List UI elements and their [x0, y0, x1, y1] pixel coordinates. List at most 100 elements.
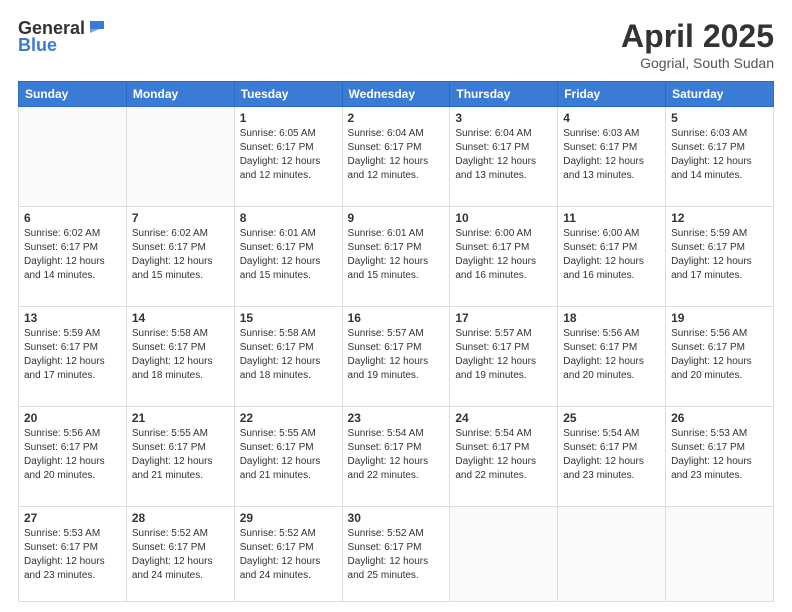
- day-number: 28: [132, 511, 229, 525]
- day-info: Sunrise: 6:02 AM Sunset: 6:17 PM Dayligh…: [24, 227, 121, 283]
- table-row: 15 Sunrise: 5:58 AM Sunset: 6:17 PM Dayli…: [234, 306, 342, 406]
- table-row: 24 Sunrise: 5:54 AM Sunset: 6:17 PM Dayli…: [450, 406, 558, 506]
- day-info: Sunrise: 6:01 AM Sunset: 6:17 PM Dayligh…: [240, 227, 337, 283]
- day-number: 19: [671, 311, 768, 325]
- table-row: 28 Sunrise: 5:52 AM Sunset: 6:17 PM Dayli…: [126, 506, 234, 601]
- day-info: Sunrise: 5:59 AM Sunset: 6:17 PM Dayligh…: [671, 227, 768, 283]
- calendar-week-row: 1 Sunrise: 6:05 AM Sunset: 6:17 PM Daylig…: [19, 107, 774, 207]
- calendar-week-row: 13 Sunrise: 5:59 AM Sunset: 6:17 PM Dayli…: [19, 306, 774, 406]
- day-info: Sunrise: 5:54 AM Sunset: 6:17 PM Dayligh…: [348, 427, 445, 483]
- table-row: 13 Sunrise: 5:59 AM Sunset: 6:17 PM Dayli…: [19, 306, 127, 406]
- day-info: Sunrise: 5:56 AM Sunset: 6:17 PM Dayligh…: [563, 327, 660, 383]
- day-info: Sunrise: 5:52 AM Sunset: 6:17 PM Dayligh…: [240, 527, 337, 583]
- page-title: April 2025: [621, 18, 774, 55]
- day-info: Sunrise: 5:53 AM Sunset: 6:17 PM Dayligh…: [24, 527, 121, 583]
- day-number: 18: [563, 311, 660, 325]
- day-info: Sunrise: 5:54 AM Sunset: 6:17 PM Dayligh…: [455, 427, 552, 483]
- day-info: Sunrise: 6:00 AM Sunset: 6:17 PM Dayligh…: [563, 227, 660, 283]
- day-number: 9: [348, 211, 445, 225]
- day-info: Sunrise: 6:05 AM Sunset: 6:17 PM Dayligh…: [240, 127, 337, 183]
- day-number: 4: [563, 111, 660, 125]
- day-number: 3: [455, 111, 552, 125]
- calendar-week-row: 20Sunrise: 5:56 AM Sunset: 6:17 PM Dayli…: [19, 406, 774, 506]
- day-number: 7: [132, 211, 229, 225]
- table-row: 9 Sunrise: 6:01 AM Sunset: 6:17 PM Daylig…: [342, 206, 450, 306]
- logo-flag-icon: [86, 17, 108, 39]
- table-row: 10Sunrise: 6:00 AM Sunset: 6:17 PM Dayli…: [450, 206, 558, 306]
- table-row: 7 Sunrise: 6:02 AM Sunset: 6:17 PM Daylig…: [126, 206, 234, 306]
- header: General Blue April 2025 Gogrial, South S…: [18, 18, 774, 71]
- table-row: 21 Sunrise: 5:55 AM Sunset: 6:17 PM Dayli…: [126, 406, 234, 506]
- day-number: 25: [563, 411, 660, 425]
- table-row: 25 Sunrise: 5:54 AM Sunset: 6:17 PM Dayli…: [558, 406, 666, 506]
- table-row: 8 Sunrise: 6:01 AM Sunset: 6:17 PM Daylig…: [234, 206, 342, 306]
- day-info: Sunrise: 5:58 AM Sunset: 6:17 PM Dayligh…: [240, 327, 337, 383]
- day-number: 30: [348, 511, 445, 525]
- day-number: 8: [240, 211, 337, 225]
- day-info: Sunrise: 5:58 AM Sunset: 6:17 PM Dayligh…: [132, 327, 229, 383]
- table-row: [558, 506, 666, 601]
- table-row: 11 Sunrise: 6:00 AM Sunset: 6:17 PM Dayli…: [558, 206, 666, 306]
- table-row: 4 Sunrise: 6:03 AM Sunset: 6:17 PM Daylig…: [558, 107, 666, 207]
- title-block: April 2025 Gogrial, South Sudan: [621, 18, 774, 71]
- day-number: 20: [24, 411, 121, 425]
- page: General Blue April 2025 Gogrial, South S…: [0, 0, 792, 612]
- day-number: 5: [671, 111, 768, 125]
- day-info: Sunrise: 5:54 AM Sunset: 6:17 PM Dayligh…: [563, 427, 660, 483]
- day-info: Sunrise: 5:53 AM Sunset: 6:17 PM Dayligh…: [671, 427, 768, 483]
- day-number: 23: [348, 411, 445, 425]
- day-number: 29: [240, 511, 337, 525]
- logo-blue-text: Blue: [18, 35, 57, 56]
- table-row: 23 Sunrise: 5:54 AM Sunset: 6:17 PM Dayli…: [342, 406, 450, 506]
- table-row: 14Sunrise: 5:58 AM Sunset: 6:17 PM Dayli…: [126, 306, 234, 406]
- day-number: 24: [455, 411, 552, 425]
- day-number: 17: [455, 311, 552, 325]
- day-number: 11: [563, 211, 660, 225]
- day-info: Sunrise: 6:01 AM Sunset: 6:17 PM Dayligh…: [348, 227, 445, 283]
- table-row: 22Sunrise: 5:55 AM Sunset: 6:17 PM Dayli…: [234, 406, 342, 506]
- table-row: [666, 506, 774, 601]
- table-row: 2Sunrise: 6:04 AM Sunset: 6:17 PM Daylig…: [342, 107, 450, 207]
- table-row: 27Sunrise: 5:53 AM Sunset: 6:17 PM Dayli…: [19, 506, 127, 601]
- table-row: 3 Sunrise: 6:04 AM Sunset: 6:17 PM Daylig…: [450, 107, 558, 207]
- table-row: 26 Sunrise: 5:53 AM Sunset: 6:17 PM Dayli…: [666, 406, 774, 506]
- header-wednesday: Wednesday: [342, 82, 450, 107]
- day-info: Sunrise: 6:04 AM Sunset: 6:17 PM Dayligh…: [348, 127, 445, 183]
- day-info: Sunrise: 5:59 AM Sunset: 6:17 PM Dayligh…: [24, 327, 121, 383]
- page-location: Gogrial, South Sudan: [621, 55, 774, 71]
- day-number: 10: [455, 211, 552, 225]
- table-row: 30 Sunrise: 5:52 AM Sunset: 6:17 PM Dayli…: [342, 506, 450, 601]
- day-info: Sunrise: 5:52 AM Sunset: 6:17 PM Dayligh…: [348, 527, 445, 583]
- day-info: Sunrise: 5:55 AM Sunset: 6:17 PM Dayligh…: [132, 427, 229, 483]
- day-number: 13: [24, 311, 121, 325]
- day-number: 26: [671, 411, 768, 425]
- header-tuesday: Tuesday: [234, 82, 342, 107]
- day-info: Sunrise: 5:57 AM Sunset: 6:17 PM Dayligh…: [348, 327, 445, 383]
- day-number: 21: [132, 411, 229, 425]
- day-number: 1: [240, 111, 337, 125]
- calendar-week-row: 27Sunrise: 5:53 AM Sunset: 6:17 PM Dayli…: [19, 506, 774, 601]
- header-sunday: Sunday: [19, 82, 127, 107]
- day-info: Sunrise: 5:52 AM Sunset: 6:17 PM Dayligh…: [132, 527, 229, 583]
- header-thursday: Thursday: [450, 82, 558, 107]
- header-friday: Friday: [558, 82, 666, 107]
- day-info: Sunrise: 6:02 AM Sunset: 6:17 PM Dayligh…: [132, 227, 229, 283]
- day-info: Sunrise: 6:03 AM Sunset: 6:17 PM Dayligh…: [563, 127, 660, 183]
- table-row: 17Sunrise: 5:57 AM Sunset: 6:17 PM Dayli…: [450, 306, 558, 406]
- day-number: 12: [671, 211, 768, 225]
- day-info: Sunrise: 5:55 AM Sunset: 6:17 PM Dayligh…: [240, 427, 337, 483]
- day-number: 16: [348, 311, 445, 325]
- table-row: 29 Sunrise: 5:52 AM Sunset: 6:17 PM Dayli…: [234, 506, 342, 601]
- day-info: Sunrise: 5:56 AM Sunset: 6:17 PM Dayligh…: [671, 327, 768, 383]
- table-row: 6Sunrise: 6:02 AM Sunset: 6:17 PM Daylig…: [19, 206, 127, 306]
- day-info: Sunrise: 6:04 AM Sunset: 6:17 PM Dayligh…: [455, 127, 552, 183]
- table-row: [19, 107, 127, 207]
- table-row: 18 Sunrise: 5:56 AM Sunset: 6:17 PM Dayli…: [558, 306, 666, 406]
- table-row: 12 Sunrise: 5:59 AM Sunset: 6:17 PM Dayli…: [666, 206, 774, 306]
- logo: General Blue: [18, 18, 108, 56]
- table-row: 20Sunrise: 5:56 AM Sunset: 6:17 PM Dayli…: [19, 406, 127, 506]
- table-row: 5 Sunrise: 6:03 AM Sunset: 6:17 PM Daylig…: [666, 107, 774, 207]
- table-row: 16 Sunrise: 5:57 AM Sunset: 6:17 PM Dayli…: [342, 306, 450, 406]
- day-info: Sunrise: 6:03 AM Sunset: 6:17 PM Dayligh…: [671, 127, 768, 183]
- day-number: 15: [240, 311, 337, 325]
